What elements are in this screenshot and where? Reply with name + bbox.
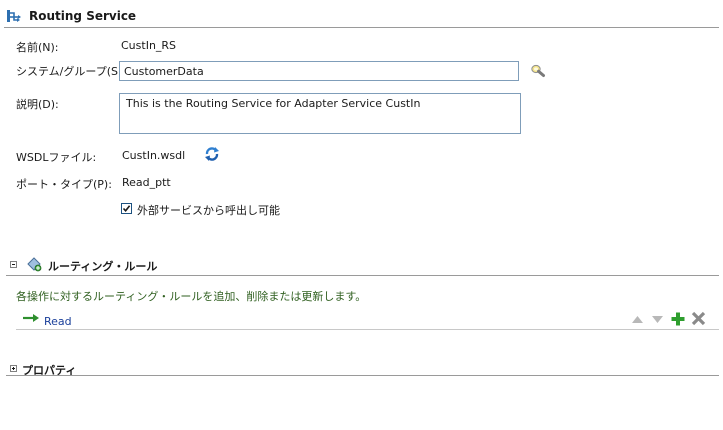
- system-group-field[interactable]: CustomerData: [119, 61, 519, 81]
- properties-divider: [6, 375, 719, 376]
- description-label: 説明(D):: [16, 98, 59, 111]
- title-divider: [4, 27, 719, 28]
- routing-rules-description: 各操作に対するルーティング・ルールを追加、削除または更新します。: [16, 290, 367, 303]
- wsdl-file-label: WSDLファイル:: [16, 151, 97, 164]
- delete-icon[interactable]: [691, 311, 706, 326]
- routing-rules-divider: [6, 275, 719, 276]
- move-up-icon[interactable]: [631, 315, 644, 324]
- external-callable-label[interactable]: 外部サービスから呼出し可能: [137, 202, 280, 218]
- routing-service-icon: [7, 10, 21, 22]
- description-field[interactable]: This is the Routing Service for Adapter …: [119, 93, 521, 134]
- external-callable-checkbox[interactable]: [121, 203, 132, 214]
- routing-rules-collapse-toggle[interactable]: [10, 261, 17, 268]
- system-group-label: システム/グループ(S):: [16, 65, 126, 78]
- routing-rules-title: ルーティング・ルール: [48, 260, 158, 273]
- properties-expand-toggle[interactable]: [10, 365, 17, 372]
- wsdl-file-value: CustIn.wsdl: [122, 149, 186, 162]
- flashlight-browse-icon[interactable]: [530, 63, 546, 79]
- routing-rules-icon: [27, 257, 42, 272]
- operations-list-divider: [16, 329, 719, 330]
- page-title: Routing Service: [29, 9, 137, 23]
- port-type-label: ポート・タイプ(P):: [16, 178, 112, 191]
- right-arrow-icon: [23, 314, 39, 322]
- name-value: CustIn_RS: [121, 39, 177, 52]
- port-type-value: Read_ptt: [122, 176, 171, 189]
- add-icon[interactable]: [670, 311, 686, 327]
- name-label: 名前(N):: [16, 41, 59, 54]
- check-icon: [122, 205, 131, 213]
- operation-read-link[interactable]: Read: [44, 315, 72, 328]
- refresh-wsdl-icon[interactable]: [204, 146, 220, 162]
- move-down-icon[interactable]: [651, 315, 664, 324]
